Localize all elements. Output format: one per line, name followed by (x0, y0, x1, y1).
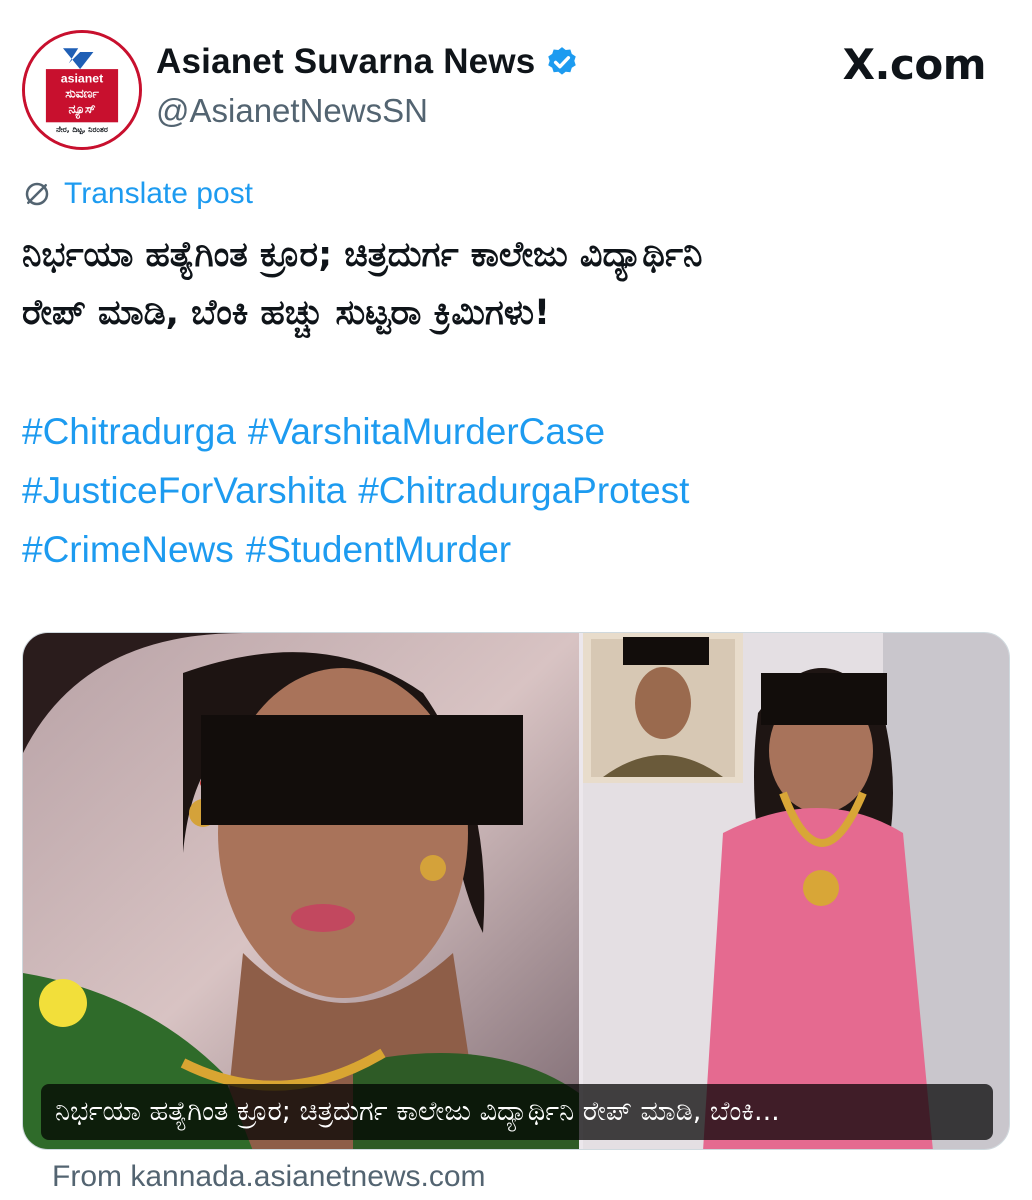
post-text-line-1: ನಿರ್ಭಯಾ ಹತ್ಯೆಗಿಂತ ಕ್ರೂರ; ಚಿತ್ರದುರ್ಗ ಕಾಲೇ… (22, 235, 703, 275)
display-name[interactable]: Asianet Suvarna News (156, 42, 535, 82)
preview-caption: ನಿರ್ಭಯಾ ಹತ್ಯೆಗಿಂತ ಕ್ರೂರ; ಚಿತ್ರದುರ್ಗ ಕಾಲೇ… (41, 1084, 993, 1140)
avatar-line-2: ಸುವರ್ಣ (65, 87, 99, 101)
account-avatar[interactable]: asianet ಸುವರ್ಣ ನ್ಯೂಸ್ ನೇರ, ದಿಟ್ಟ, ನಿರಂತರ (22, 30, 142, 150)
post-text: ನಿರ್ಭಯಾ ಹತ್ಯೆಗಿಂತ ಕ್ರೂರ; ಚಿತ್ರದುರ್ಗ ಕಾಲೇ… (22, 226, 1012, 342)
translate-post-label: Translate post (64, 177, 253, 210)
hashtag-list: #Chitradurga #VarshitaMurderCase #Justice… (22, 402, 1012, 579)
hashtag-link[interactable]: #Chitradurga (22, 411, 236, 452)
translate-post-link[interactable]: Translate post (22, 177, 253, 211)
link-source[interactable]: From kannada.asianetnews.com (52, 1160, 486, 1194)
avatar-tagline: ನೇರ, ದಿಟ್ಟ, ನಿರಂತರ (56, 125, 109, 135)
translate-icon (25, 182, 49, 206)
link-preview-card[interactable]: ನಿರ್ಭಯಾ ಹತ್ಯೆಗಿಂತ ಕ್ರೂರ; ಚಿತ್ರದುರ್ಗ ಕಾಲೇ… (22, 632, 1010, 1150)
hashtag-link[interactable]: #VarshitaMurderCase (248, 411, 605, 452)
hashtag-link[interactable]: #StudentMurder (246, 529, 511, 570)
preview-photo-right (583, 633, 1009, 1149)
portrait-photo-icon (583, 633, 1009, 1149)
asianet-logo-icon: asianet ಸುವರ್ಣ ನ್ಯೂಸ್ ನೇರ, ದಿಟ್ಟ, ನಿರಂತರ (25, 33, 139, 147)
post-text-line-2: ರೇಪ್ ಮಾಡಿ, ಬೆಂಕಿ ಹಚ್ಚು ಸುಟ್ಟರಾ ಕ್ರಿಮಿಗಳು… (22, 293, 550, 333)
hashtag-link[interactable]: #ChitradurgaProtest (358, 470, 689, 511)
portrait-photo-icon (23, 633, 579, 1149)
verified-badge-icon (548, 47, 577, 75)
avatar-line-1: asianet (61, 71, 104, 85)
hashtag-link[interactable]: #CrimeNews (22, 529, 234, 570)
site-label: X.com (842, 40, 987, 89)
preview-photo-left (23, 633, 579, 1149)
account-handle[interactable]: @AsianetNewsSN (156, 92, 428, 130)
hashtag-link[interactable]: #JusticeForVarshita (22, 470, 346, 511)
name-row: Asianet Suvarna News (156, 42, 579, 82)
